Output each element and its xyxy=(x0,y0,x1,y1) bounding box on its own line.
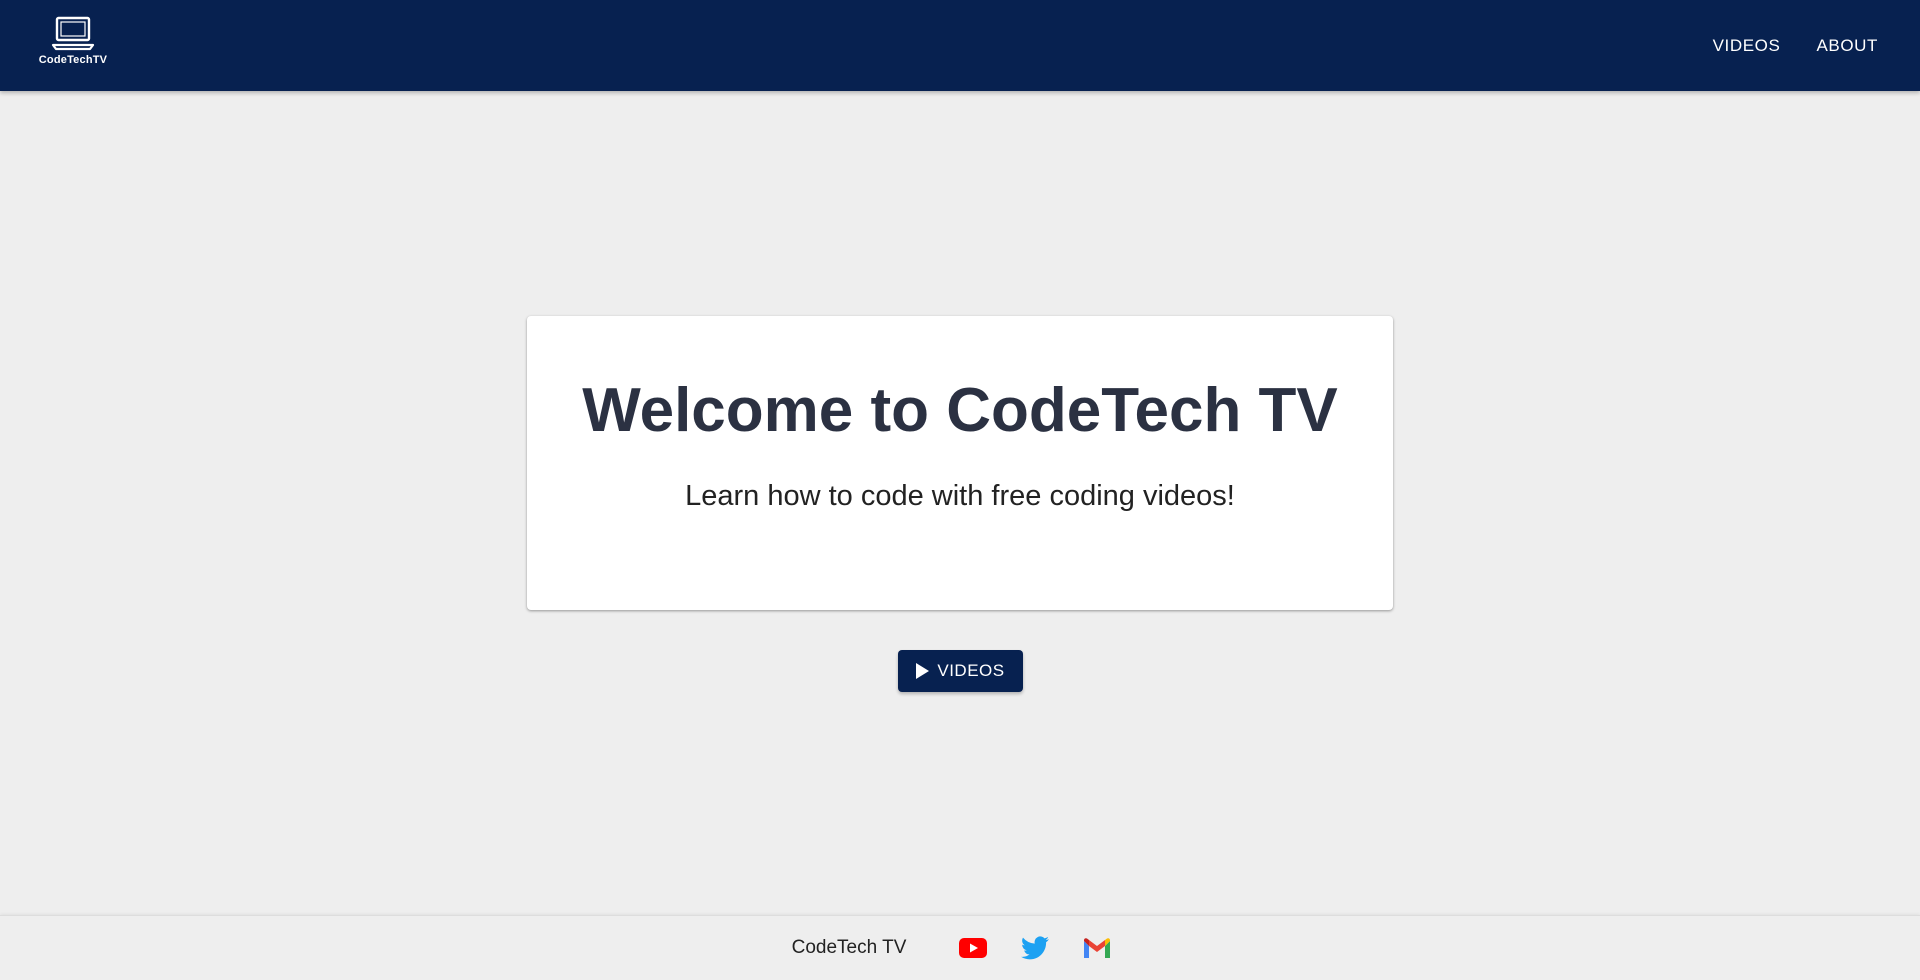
play-icon xyxy=(916,663,930,679)
gmail-icon xyxy=(1084,938,1111,958)
youtube-icon xyxy=(959,938,988,958)
nav-videos-link[interactable]: VIDEOS xyxy=(1695,26,1799,66)
twitter-link[interactable] xyxy=(1020,933,1050,963)
hero-card: Welcome to CodeTech TV Learn how to code… xyxy=(527,316,1393,610)
laptop-icon xyxy=(51,16,95,51)
gmail-link[interactable] xyxy=(1082,933,1112,963)
hero-subtitle: Learn how to code with free coding video… xyxy=(685,480,1235,513)
footer: CodeTech TV xyxy=(0,915,1920,980)
videos-button[interactable]: VIDEOS xyxy=(898,650,1023,692)
logo[interactable]: CodeTechTV xyxy=(36,16,110,74)
hero-title: Welcome to CodeTech TV xyxy=(582,376,1338,445)
youtube-link[interactable] xyxy=(958,933,988,963)
twitter-icon xyxy=(1021,936,1050,960)
videos-button-label: VIDEOS xyxy=(937,661,1005,680)
app-bar: CodeTechTV VIDEOS ABOUT xyxy=(0,0,1920,91)
top-nav: VIDEOS ABOUT xyxy=(1695,0,1896,91)
footer-brand: CodeTech TV xyxy=(791,937,907,958)
logo-text: CodeTechTV xyxy=(38,54,108,66)
nav-about-link[interactable]: ABOUT xyxy=(1798,26,1896,66)
